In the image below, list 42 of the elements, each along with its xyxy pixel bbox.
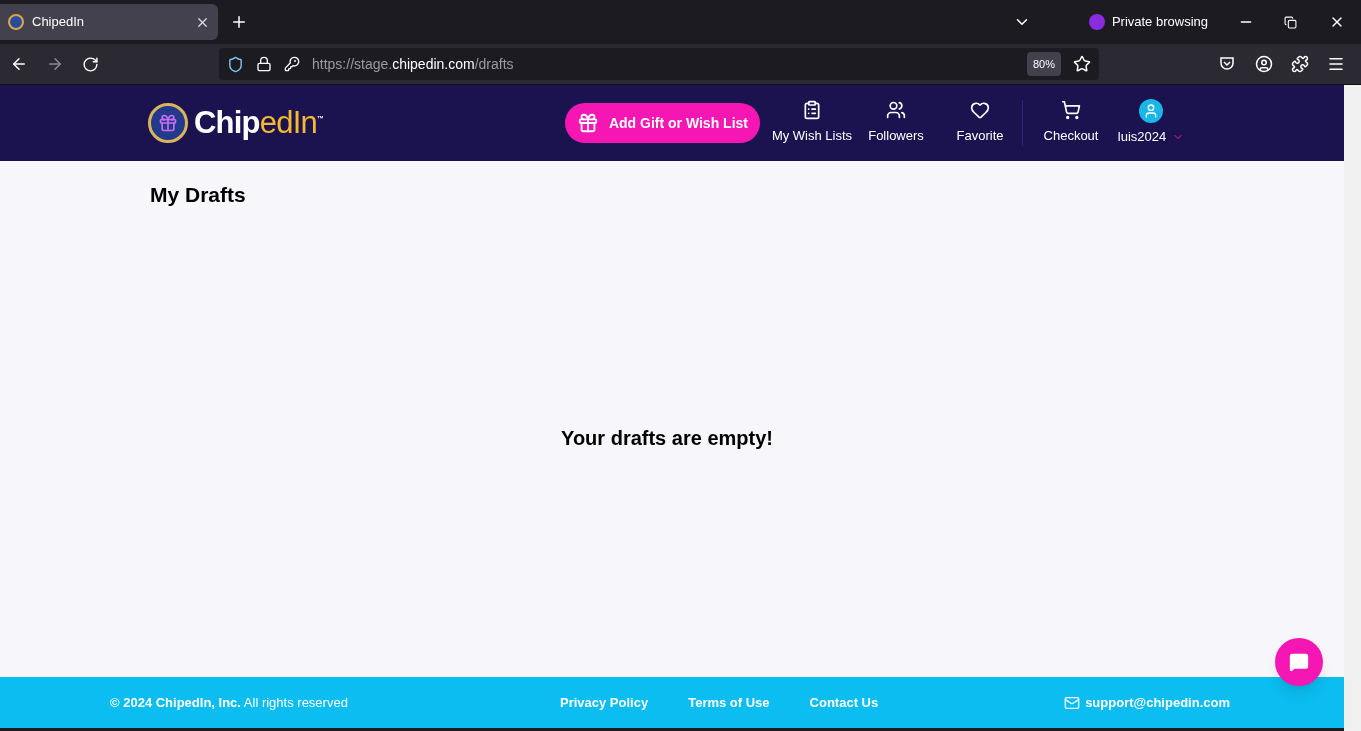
username: luis2024 [1117,128,1167,147]
address-bar[interactable]: https://stage.chipedin.com/drafts 80% [219,48,1099,80]
bookmark-star-icon[interactable] [1073,55,1091,73]
private-browsing-label: Private browsing [1111,13,1208,32]
extensions-icon[interactable] [1291,55,1309,73]
nav-link[interactable]: Followers [854,100,938,146]
gift-icon [576,112,599,134]
new-tab-icon[interactable] [230,13,248,31]
zoom-level[interactable]: 80% [1026,51,1061,77]
menu-icon[interactable] [1327,55,1345,73]
scrollbar[interactable] [1344,85,1361,731]
add-gift-button[interactable]: Add Gift or Wish List [564,103,760,143]
page-title: My Drafts [150,182,247,208]
nav-link[interactable]: Favorite [938,100,1022,146]
key-icon [284,56,300,72]
shield-icon [227,55,244,73]
cart-icon [1061,100,1081,121]
empty-message: Your drafts are empty! [561,425,773,451]
chat-button[interactable] [1275,638,1323,686]
avatar-icon [1139,99,1163,124]
people-icon [886,100,906,121]
user-menu[interactable]: luis2024 [1113,99,1189,147]
nav-link[interactable]: My Wish Lists [770,100,854,146]
site-favicon [8,14,24,30]
back-icon[interactable] [10,55,28,73]
chat-icon [1289,652,1309,672]
logo-gift-icon [148,103,188,143]
logo[interactable]: ChipedIn$^{™}$ [148,103,324,143]
heart-icon [970,100,990,121]
forward-icon[interactable] [46,55,64,73]
lock-icon [256,56,272,72]
mail-icon [1064,694,1081,711]
tab-title: ChipedIn [32,13,86,32]
url-text: https://stage.chipedin.com/drafts [312,54,515,74]
account-icon[interactable] [1255,55,1273,73]
logo-text: ChipedIn$^{™}$ [194,103,324,142]
pocket-icon[interactable] [1219,56,1235,72]
nav-link[interactable]: Checkout [1029,100,1113,146]
reload-icon[interactable] [82,55,99,73]
restore-icon[interactable] [1284,15,1297,29]
copyright-text: © 2024 ChipedIn, Inc. All rights reserved [110,693,349,712]
browser-tab[interactable]: ChipedIn [0,4,218,40]
